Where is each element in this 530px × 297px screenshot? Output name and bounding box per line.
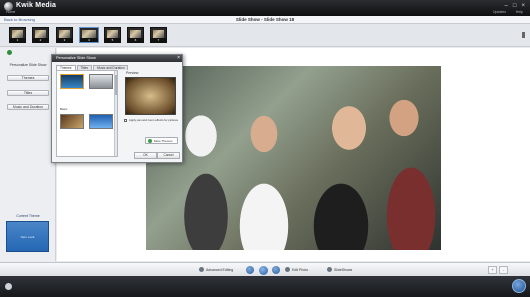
more-themes-button[interactable]: More Themes xyxy=(145,137,178,144)
preview-photo xyxy=(146,66,441,250)
title-bar: Kwik Media Home Updates Help – □ × xyxy=(0,0,530,16)
thumb-number: 1 xyxy=(10,38,25,42)
current-theme-thumbnail: Nero Look xyxy=(6,221,49,252)
theme-thumb[interactable] xyxy=(60,74,84,89)
preview-label: Preview xyxy=(126,71,139,75)
thumb-image xyxy=(59,30,70,38)
zoom-in-button[interactable]: + xyxy=(488,266,497,274)
status-bar xyxy=(0,276,530,297)
left-panel: Personalize Slide Show Themes Titles Mus… xyxy=(0,48,56,261)
close-icon[interactable]: × xyxy=(521,3,525,9)
titles-button[interactable]: Titles xyxy=(7,90,49,96)
edit-icon xyxy=(199,267,204,272)
basic-section-label: Basic xyxy=(60,107,68,111)
dialog-title-text: Personalize Slide Show xyxy=(56,56,96,60)
maximize-icon[interactable]: □ xyxy=(513,3,517,9)
filmstrip-thumb[interactable]: 5 xyxy=(104,27,121,43)
filmstrip-thumb[interactable]: 3 xyxy=(56,27,73,43)
filmstrip: 1 2 3 4 5 6 7 xyxy=(0,24,530,47)
minimize-icon[interactable]: – xyxy=(505,3,508,9)
photo-icon xyxy=(285,267,290,272)
slideshows-label: SlideShows xyxy=(334,268,353,272)
themes-button[interactable]: Themes xyxy=(7,75,49,81)
thumb-image xyxy=(35,30,46,38)
info-icon[interactable] xyxy=(5,283,12,290)
page-title: Slide Show - Slide Show 18 xyxy=(235,17,295,22)
pan-zoom-checkbox[interactable] xyxy=(124,119,127,122)
scrollbar[interactable] xyxy=(114,71,117,156)
pin-icon[interactable] xyxy=(522,32,527,38)
thumb-image xyxy=(12,30,23,38)
current-theme-label: Current Theme xyxy=(16,214,40,218)
filmstrip-thumb[interactable]: 2 xyxy=(32,27,49,43)
theme-thumb[interactable] xyxy=(89,74,113,89)
thumb-number: 5 xyxy=(105,38,120,42)
add-icon[interactable] xyxy=(7,50,12,55)
ok-button[interactable]: OK xyxy=(134,152,157,159)
thumb-image xyxy=(107,30,118,38)
thumb-number: 7 xyxy=(151,38,166,42)
theme-thumb[interactable] xyxy=(89,114,113,129)
advanced-editing-label: Advanced Editing xyxy=(206,268,234,272)
next-icon[interactable] xyxy=(272,266,280,274)
pan-zoom-label: Apply pan and zoom effects for pictures xyxy=(129,118,179,122)
header-bar: Back to Browsing Slide Show - Slide Show… xyxy=(0,16,530,24)
help-link[interactable]: Help xyxy=(516,10,523,14)
slideshow-icon xyxy=(327,267,332,272)
filmstrip-thumb-selected[interactable]: 4 xyxy=(79,27,99,43)
panel-title: Personalize Slide Show xyxy=(9,63,47,67)
home-link[interactable]: Home xyxy=(6,10,15,14)
filmstrip-thumb[interactable]: 6 xyxy=(127,27,144,43)
thumb-image xyxy=(82,30,96,38)
personalize-dialog: Personalize Slide Show × Themes Titles Mu… xyxy=(51,54,183,163)
thumb-number: 6 xyxy=(128,38,143,42)
previous-icon[interactable] xyxy=(246,266,254,274)
music-duration-button[interactable]: Music and Duration xyxy=(7,104,49,110)
theme-list: Basic xyxy=(56,70,118,157)
thumb-image xyxy=(153,30,164,38)
bottom-toolbar: Advanced Editing Edit Photo SlideShows +… xyxy=(0,262,530,276)
next-step-icon[interactable] xyxy=(512,279,526,293)
globe-icon xyxy=(148,139,152,143)
thumb-number: 2 xyxy=(33,38,48,42)
thumb-number: 4 xyxy=(80,38,98,42)
theme-thumb[interactable] xyxy=(60,114,84,129)
scrollbar-thumb[interactable] xyxy=(115,75,117,95)
close-icon[interactable]: × xyxy=(177,55,180,62)
current-theme-name: Nero Look xyxy=(20,235,35,239)
cancel-button[interactable]: Cancel xyxy=(157,152,180,159)
zoom-out-button[interactable]: - xyxy=(499,266,508,274)
filmstrip-thumb[interactable]: 7 xyxy=(150,27,167,43)
filmstrip-thumb[interactable]: 1 xyxy=(9,27,26,43)
app-window: Kwik Media Home Updates Help – □ × Back … xyxy=(0,0,530,297)
more-themes-label: More Themes xyxy=(154,139,173,143)
theme-preview xyxy=(125,77,176,115)
window-controls: – □ × xyxy=(505,3,525,9)
dialog-title: Personalize Slide Show × xyxy=(52,55,182,62)
thumb-number: 3 xyxy=(57,38,72,42)
updates-link[interactable]: Updates xyxy=(493,10,506,14)
app-title: Kwik Media xyxy=(16,2,57,9)
edit-photo-label: Edit Photo xyxy=(292,268,309,272)
thumb-image xyxy=(130,30,141,38)
play-icon[interactable] xyxy=(259,265,268,275)
